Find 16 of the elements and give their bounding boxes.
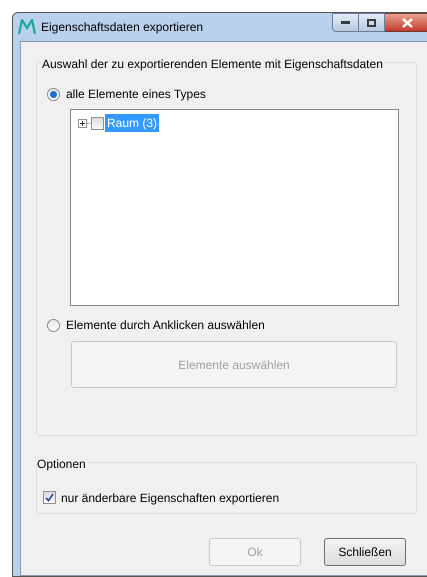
tree-checkbox[interactable] bbox=[91, 116, 104, 130]
radio-label: Elemente durch Anklicken auswählen bbox=[66, 317, 265, 334]
close-icon bbox=[402, 18, 413, 28]
radio-button[interactable] bbox=[47, 88, 60, 100]
app-logo-icon bbox=[18, 19, 36, 35]
minimize-button[interactable] bbox=[332, 13, 359, 32]
expand-icon[interactable] bbox=[78, 118, 87, 128]
window-title: Eigenschaftsdaten exportieren bbox=[41, 19, 204, 36]
checkbox-label: nur änderbare Eigenschaften exportieren bbox=[61, 490, 280, 506]
radio-button[interactable] bbox=[47, 318, 60, 332]
dialog-button[interactable]: Schließen bbox=[324, 538, 406, 566]
tree-item[interactable]: Raum (3) bbox=[105, 114, 160, 132]
radio-label: alle Elemente eines Types bbox=[66, 86, 206, 103]
close-button[interactable] bbox=[385, 13, 427, 32]
checkbox[interactable] bbox=[43, 491, 56, 504]
maximize-button[interactable] bbox=[359, 13, 385, 32]
